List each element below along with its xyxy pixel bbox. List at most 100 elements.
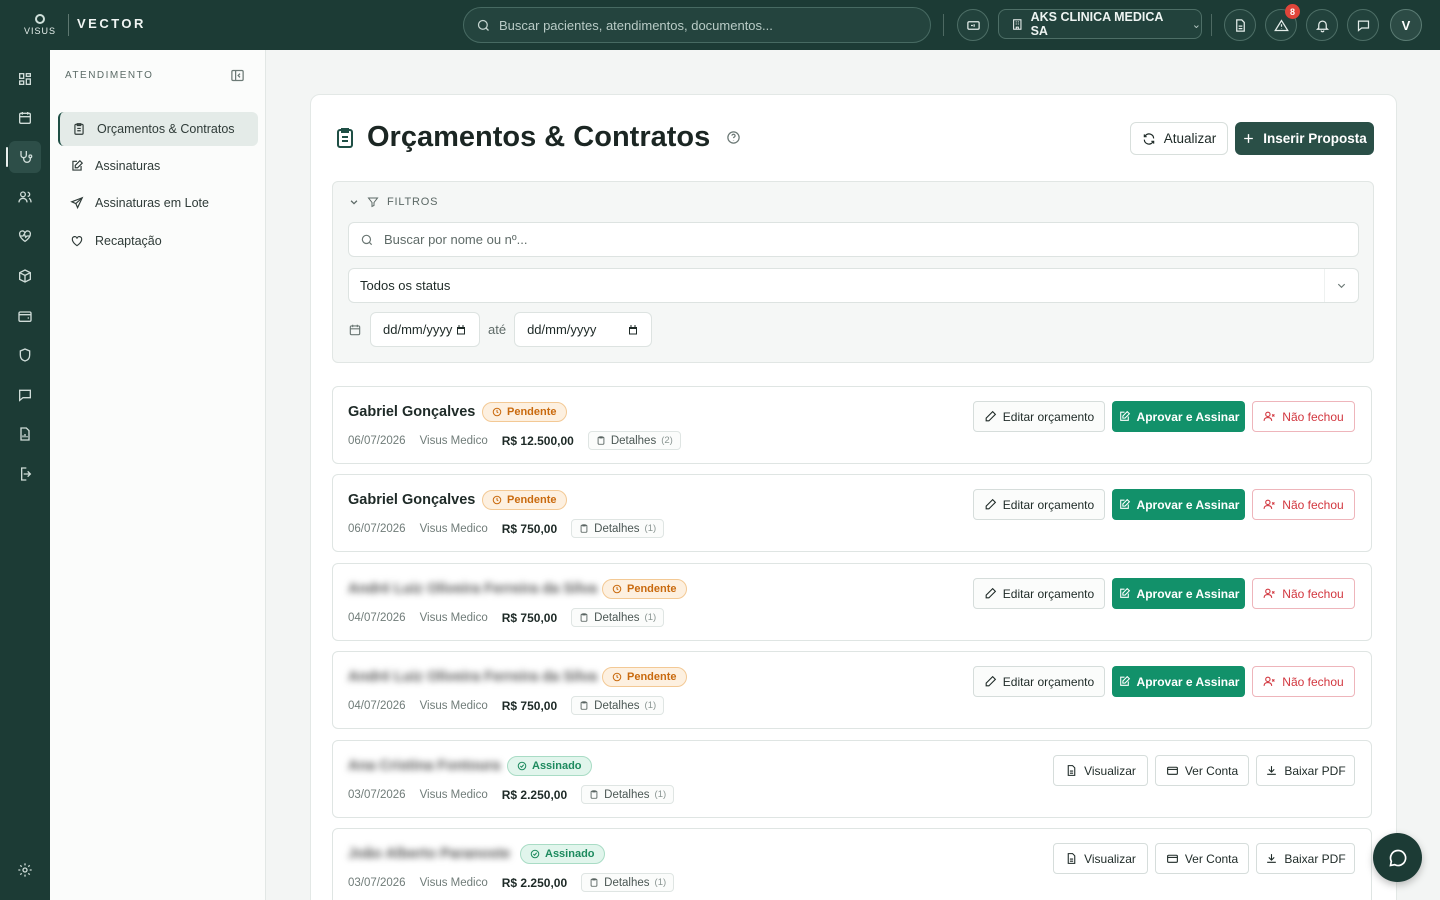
refresh-icon	[1143, 132, 1154, 145]
filter-search-placeholder: Buscar por nome ou nº...	[384, 232, 528, 247]
dashboard-icon[interactable]	[9, 63, 41, 95]
monitor-button[interactable]	[957, 9, 989, 41]
view-account-button[interactable]: Ver Conta	[1155, 843, 1249, 874]
not-closed-label: Não fechou	[1282, 674, 1344, 689]
patient-name[interactable]: Gabriel Gonçalves	[348, 404, 475, 420]
box-icon[interactable]	[9, 260, 41, 292]
stethoscope-icon[interactable]	[6, 141, 41, 173]
global-search-input[interactable]: Buscar pacientes, atendimentos, document…	[463, 7, 931, 43]
heart-pulse-icon[interactable]	[9, 220, 41, 252]
patient-name[interactable]: Ana Cristina Fontoura	[348, 758, 500, 774]
approve-sign-button[interactable]: Aprovar e Assinar	[1112, 666, 1245, 697]
help-icon[interactable]	[726, 130, 741, 145]
details-button[interactable]: Detalhes (1)	[571, 519, 665, 538]
details-count: (1)	[654, 877, 667, 888]
not-closed-button[interactable]: Não fechou	[1252, 489, 1355, 520]
calendar-icon[interactable]	[9, 102, 41, 134]
view-label: Visualizar	[1084, 763, 1136, 778]
pen-square-icon	[1119, 587, 1130, 598]
edit-label: Editar orçamento	[1002, 674, 1095, 689]
user-avatar[interactable]: V	[1390, 9, 1422, 41]
patient-name[interactable]: João Alberto Paranoste	[348, 846, 510, 862]
brand-name: VECTOR	[77, 16, 146, 31]
visus-logo[interactable]: VISUS	[22, 14, 58, 38]
sidebar-item-assinaturas-lote[interactable]: Assinaturas em Lote	[58, 186, 258, 220]
chat-icon[interactable]	[9, 379, 41, 411]
sidebar-item-orcamentos[interactable]: Orçamentos & Contratos	[58, 112, 258, 146]
proposal-value: R$ 12.500,00	[501, 433, 574, 448]
view-account-label: Ver Conta	[1184, 851, 1239, 866]
details-button[interactable]: Detalhes (1)	[571, 696, 665, 715]
alert-triangle-icon	[1273, 18, 1289, 31]
alerts-button[interactable]: 8	[1265, 4, 1300, 41]
edit-proposal-button[interactable]: Editar orçamento	[973, 401, 1105, 432]
clipboard-icon	[74, 123, 84, 135]
not-closed-button[interactable]: Não fechou	[1252, 666, 1355, 697]
not-closed-button[interactable]: Não fechou	[1252, 401, 1355, 432]
icon-rail	[0, 50, 50, 900]
filter-icon	[367, 197, 379, 208]
patient-name[interactable]: Gabriel Gonçalves	[348, 492, 475, 508]
view-account-label: Ver Conta	[1184, 763, 1239, 778]
report-icon[interactable]	[9, 418, 41, 450]
details-button[interactable]: Detalhes (1)	[581, 785, 675, 804]
date-from-input[interactable]: dd/mm/yyyy	[370, 312, 480, 347]
edit-proposal-button[interactable]: Editar orçamento	[973, 578, 1105, 609]
chat-support-button[interactable]	[1373, 833, 1422, 882]
view-label: Visualizar	[1084, 851, 1136, 866]
edit-proposal-button[interactable]: Editar orçamento	[973, 489, 1105, 520]
refresh-button[interactable]: Atualizar	[1130, 122, 1228, 155]
download-icon	[1267, 854, 1277, 863]
download-pdf-button[interactable]: Baixar PDF	[1256, 755, 1355, 786]
patient-name[interactable]: André Luiz Oliveira Ferreira da Silva	[348, 581, 597, 597]
contract-meta: 03/07/2026 Visus Medico R$ 2.250,00 Deta…	[348, 873, 675, 892]
search-icon	[361, 234, 373, 245]
edit-proposal-button[interactable]: Editar orçamento	[973, 666, 1105, 697]
pencil-icon	[985, 498, 996, 510]
approve-label: Aprovar e Assinar	[1136, 497, 1240, 512]
sidebar-collapse-button[interactable]	[230, 68, 245, 83]
download-pdf-button[interactable]: Baixar PDF	[1256, 843, 1355, 874]
status-label: Pendente	[507, 494, 557, 506]
shield-icon[interactable]	[9, 339, 41, 371]
user-x-icon	[1263, 676, 1276, 686]
edit-label: Editar orçamento	[1002, 497, 1095, 512]
sidebar-item-label: Recaptação	[95, 234, 162, 248]
filter-search-input[interactable]: Buscar por nome ou nº...	[348, 222, 1359, 257]
notifications-button[interactable]	[1306, 9, 1338, 41]
approve-sign-button[interactable]: Aprovar e Assinar	[1112, 578, 1245, 609]
gear-icon[interactable]	[9, 854, 41, 886]
not-closed-button[interactable]: Não fechou	[1252, 578, 1355, 609]
status-select[interactable]: Todos os status	[348, 268, 1359, 303]
sidebar-section-title: ATENDIMENTO	[65, 70, 154, 81]
date-to-input[interactable]: dd/mm/yyyy	[514, 312, 653, 347]
view-account-button[interactable]: Ver Conta	[1155, 755, 1249, 786]
exit-icon[interactable]	[9, 458, 41, 490]
alerts-count-badge: 8	[1285, 4, 1300, 19]
contract-card: Ana Cristina Fontoura Assinado 03/07/202…	[332, 740, 1372, 818]
documents-button[interactable]	[1224, 9, 1256, 41]
contract-date: 03/07/2026	[348, 788, 406, 801]
clipboard-icon	[580, 613, 588, 622]
credit-card-icon	[1166, 766, 1178, 775]
users-icon[interactable]	[9, 181, 41, 213]
sidebar-item-label: Assinaturas em Lote	[95, 196, 209, 210]
insert-proposal-button[interactable]: Inserir Proposta	[1235, 122, 1374, 155]
approve-sign-button[interactable]: Aprovar e Assinar	[1112, 489, 1245, 520]
details-button[interactable]: Detalhes (1)	[581, 873, 675, 892]
details-button[interactable]: Detalhes (1)	[571, 608, 665, 627]
details-label: Detalhes	[604, 876, 650, 889]
wallet-icon[interactable]	[9, 300, 41, 332]
sidebar-item-assinaturas[interactable]: Assinaturas	[58, 149, 258, 183]
patient-name[interactable]: André Luiz Oliveira Ferreira da Silva	[348, 669, 597, 685]
view-button[interactable]: Visualizar	[1053, 843, 1148, 874]
approve-sign-button[interactable]: Aprovar e Assinar	[1112, 401, 1245, 432]
calendar-icon	[349, 324, 361, 335]
organization-selector[interactable]: AKS CLINICA MEDICA SA ⌄	[998, 9, 1202, 39]
filters-toggle[interactable]: FILTROS	[349, 196, 438, 208]
details-button[interactable]: Detalhes (2)	[587, 431, 681, 450]
sidebar-item-recaptacao[interactable]: Recaptação	[58, 224, 258, 258]
messages-button[interactable]	[1347, 9, 1379, 41]
pen-square-icon	[1119, 410, 1130, 421]
view-button[interactable]: Visualizar	[1053, 755, 1148, 786]
